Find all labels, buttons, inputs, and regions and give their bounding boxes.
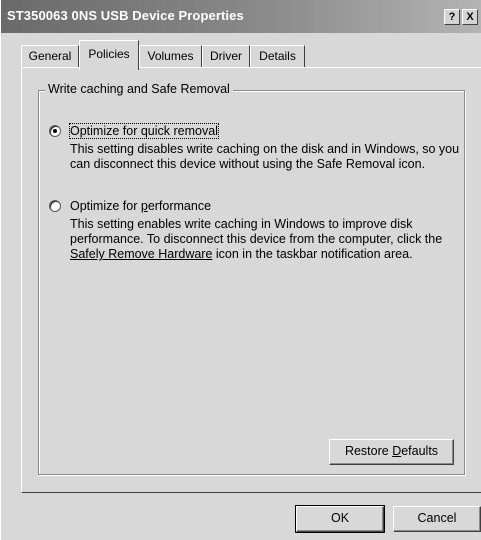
tab-general[interactable]: General (21, 45, 79, 68)
tab-panel-policies: Write caching and Safe Removal Optimize … (21, 67, 481, 493)
restore-defaults-button[interactable]: Restore Defaults (329, 439, 454, 465)
quick-removal-label[interactable]: Optimize for quick removal (69, 123, 219, 139)
close-button[interactable]: X (462, 9, 478, 25)
restore-label-post: efaults (401, 444, 439, 458)
cancel-button[interactable]: Cancel (393, 506, 481, 532)
radio-selected-dot (53, 129, 57, 133)
performance-description: This setting enables write caching in Wi… (70, 217, 460, 262)
restore-label-pre: Restore (344, 444, 393, 458)
properties-dialog: ST350063 0NS USB Device Properties ? X G… (0, 0, 481, 540)
tab-details[interactable]: Details (250, 45, 305, 68)
performance-radio[interactable] (49, 200, 61, 212)
group-title: Write caching and Safe Removal (45, 82, 233, 96)
performance-label-pre: Optimize for (70, 199, 141, 213)
performance-label-accesskey: p (140, 199, 148, 213)
performance-description-post: icon in the taskbar notification area. (212, 247, 413, 261)
tab-policies[interactable]: Policies (79, 40, 139, 70)
write-caching-group: Write caching and Safe Removal Optimize … (38, 82, 465, 475)
performance-label-post: erformance (147, 199, 212, 213)
window-title: ST350063 0NS USB Device Properties (7, 8, 244, 23)
safely-remove-hardware-link[interactable]: Safely Remove Hardware (70, 247, 212, 261)
performance-description-pre: This setting enables write caching in Wi… (70, 217, 443, 246)
quick-removal-radio[interactable] (49, 125, 61, 137)
restore-label-accesskey: D (392, 444, 402, 458)
title-bar[interactable]: ST350063 0NS USB Device Properties ? X (1, 0, 481, 33)
tab-volumes[interactable]: Volumes (139, 45, 202, 68)
quick-removal-description: This setting disables write caching on t… (70, 142, 460, 171)
performance-label[interactable]: Optimize for performance (70, 199, 211, 213)
help-button[interactable]: ? (444, 9, 460, 25)
tab-driver[interactable]: Driver (202, 45, 250, 68)
ok-button[interactable]: OK (295, 505, 385, 533)
